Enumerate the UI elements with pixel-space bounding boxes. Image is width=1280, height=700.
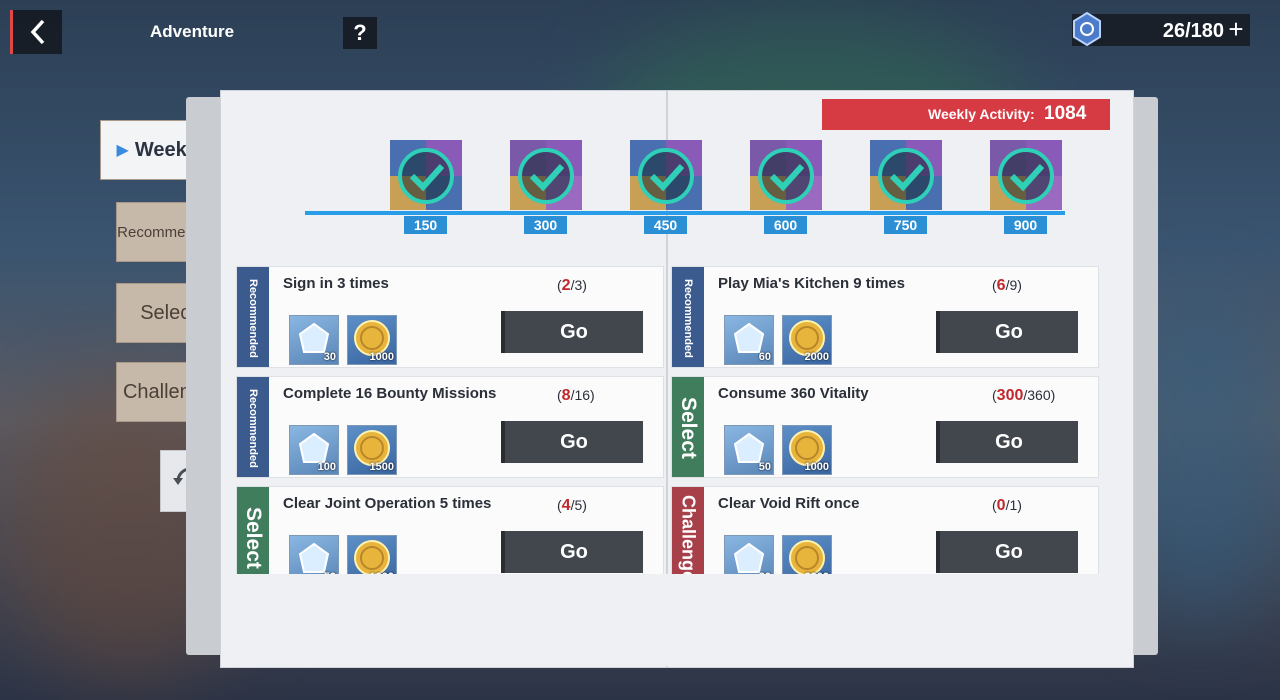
go-button[interactable]: Go: [501, 421, 643, 463]
checkmark-icon: [510, 140, 582, 210]
list-fade: [222, 574, 1132, 666]
task-card: Select Consume 360 Vitality (300/360) 50 100…: [671, 376, 1099, 478]
progress-current: 6: [996, 277, 1006, 294]
checkmark-icon: [870, 140, 942, 210]
milestone-threshold: 900: [1004, 216, 1047, 234]
progress-current: 4: [561, 497, 571, 514]
weekly-activity-value: 1084: [1044, 103, 1087, 124]
energy-counter: 26/180 +: [1072, 12, 1250, 46]
task-progress: (8/16): [557, 387, 595, 405]
milestone-threshold: 600: [764, 216, 807, 234]
task-progress: (0/1): [992, 497, 1022, 515]
milestone-threshold: 150: [404, 216, 447, 234]
go-button[interactable]: Go: [501, 311, 643, 353]
go-button[interactable]: Go: [936, 421, 1078, 463]
active-arrow-icon: ▶: [116, 142, 129, 159]
activity-crystal-reward[interactable]: 100: [289, 425, 339, 475]
milestone-threshold: 450: [644, 216, 687, 234]
progress-total: /5): [570, 497, 587, 513]
task-category: Recommended: [682, 278, 694, 358]
checkmark-icon: [750, 140, 822, 210]
chevron-left-icon: [30, 19, 44, 45]
go-button[interactable]: Go: [501, 531, 643, 573]
progress-current: 0: [996, 497, 1006, 514]
gold-coin-reward[interactable]: 2000: [782, 315, 832, 365]
task-title: Clear Joint Operation 5 times: [283, 495, 492, 512]
reward-amount: 1000: [369, 351, 394, 363]
back-button[interactable]: [10, 10, 62, 54]
task-category-band: Recommended: [237, 267, 269, 367]
task-category-band: Recommended: [237, 377, 269, 477]
task-category: Recommended: [247, 278, 259, 358]
task-card: Recommended Sign in 3 times (2/3) 30 1000 Go: [236, 266, 664, 368]
task-category: Select: [677, 397, 700, 459]
task-category-band: Challenge: [672, 487, 704, 587]
progress-total: /9): [1005, 277, 1022, 293]
progress-total: /3): [570, 277, 587, 293]
gold-coin-reward[interactable]: 1000: [782, 425, 832, 475]
add-energy-button[interactable]: +: [1224, 16, 1248, 42]
task-category-band: Select: [237, 487, 269, 587]
activity-crystal-reward[interactable]: 30: [289, 315, 339, 365]
task-category: Challenge: [678, 494, 699, 582]
checkmark-icon: [990, 140, 1062, 210]
milestone-threshold: 300: [524, 216, 567, 234]
activity-crystal-reward[interactable]: 50: [724, 425, 774, 475]
task-category: Select: [242, 507, 265, 569]
reward-amount: 1000: [804, 461, 829, 473]
progress-current: 8: [561, 387, 571, 404]
progress-total: /1): [1005, 497, 1022, 513]
reward-amount: 2000: [804, 351, 829, 363]
task-category-band: Select: [672, 377, 704, 477]
energy-value: 26/180: [1162, 20, 1224, 42]
task-category-band: Recommended: [672, 267, 704, 367]
gold-coin-reward[interactable]: 1000: [347, 315, 397, 365]
top-bar: Adventure ? 26/180 +: [0, 0, 1280, 64]
task-category: Recommended: [247, 388, 259, 468]
task-card: Recommended Play Mia's Kitchen 9 times (6/…: [671, 266, 1099, 368]
energy-crystal-icon: [1073, 12, 1101, 46]
weekly-activity-label: Weekly Activity:: [928, 106, 1035, 122]
page-title: Adventure: [150, 22, 235, 41]
gold-coin-reward[interactable]: 1500: [347, 425, 397, 475]
go-button[interactable]: Go: [936, 531, 1078, 573]
progress-current: 300: [996, 387, 1024, 404]
reward-amount: 30: [323, 351, 336, 363]
weekly-activity-banner: Weekly Activity: 1084: [822, 99, 1110, 130]
task-progress: (6/9): [992, 277, 1022, 295]
reward-amount: 50: [758, 461, 771, 473]
task-title: Consume 360 Vitality: [718, 385, 869, 402]
task-title: Complete 16 Bounty Missions: [283, 385, 497, 402]
task-card: Recommended Complete 16 Bounty Missions (8…: [236, 376, 664, 478]
reward-amount: 60: [758, 351, 771, 363]
help-button[interactable]: ?: [343, 17, 377, 49]
progress-total: /360): [1023, 387, 1056, 403]
task-progress: (4/5): [557, 497, 587, 515]
task-title: Sign in 3 times: [283, 275, 389, 292]
go-button[interactable]: Go: [936, 311, 1078, 353]
milestone-threshold: 750: [884, 216, 927, 234]
task-card: ChallengeClear Void Rift once(0/1)302000…: [671, 486, 1099, 588]
task-progress: (2/3): [557, 277, 587, 295]
checkmark-icon: [390, 140, 462, 210]
progress-current: 2: [561, 277, 571, 294]
task-card: Select Clear Joint Operation 5 times (4/5)…: [236, 486, 664, 588]
milestone-track: [305, 211, 1065, 215]
activity-crystal-reward[interactable]: 60: [724, 315, 774, 365]
reward-amount: 100: [317, 461, 336, 473]
task-progress: (300/360): [992, 387, 1055, 405]
checkmark-icon: [630, 140, 702, 210]
task-title: Play Mia's Kitchen 9 times: [718, 275, 905, 292]
task-title: Clear Void Rift once: [718, 495, 860, 512]
reward-amount: 1500: [369, 461, 394, 473]
progress-total: /16): [570, 387, 595, 403]
